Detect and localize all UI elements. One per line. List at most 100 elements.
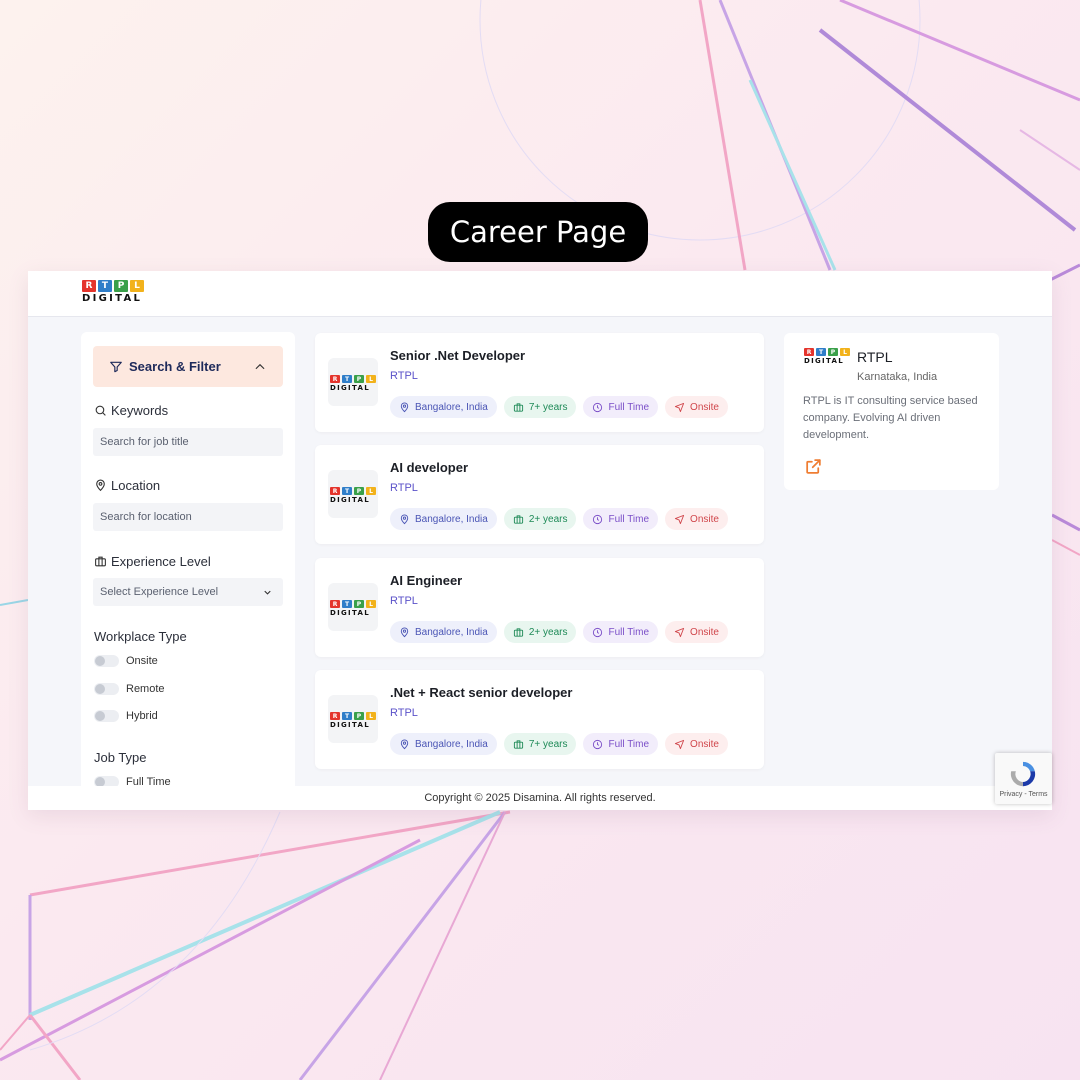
logo-letter: R [330, 600, 340, 608]
job-company-name: RTPL [390, 707, 418, 719]
clock-icon [593, 627, 603, 637]
rtpl-digital-logo[interactable]: R T P L DIGITAL [82, 280, 144, 304]
job-company-logo: R T P L DIGITAL [328, 583, 378, 631]
tag-text: Onsite [690, 513, 719, 525]
location-tag: Bangalore, India [390, 396, 497, 418]
map-pin-icon [400, 402, 409, 412]
location-label: Location [94, 478, 160, 493]
tag-text: Bangalore, India [415, 401, 488, 413]
workplace-tag: Onsite [665, 621, 728, 643]
tag-text: Onsite [690, 401, 719, 413]
keywords-label-text: Keywords [111, 403, 169, 418]
company-info-card: R T P L DIGITAL RTPL Karnataka, India RT… [784, 333, 999, 490]
logo-word: DIGITAL [82, 293, 143, 304]
tag-text: Onsite [690, 626, 719, 638]
logo-letter: R [330, 375, 340, 383]
tag-text: 2+ years [528, 513, 568, 525]
logo-letter: T [342, 712, 352, 720]
navigation-arrow-icon [674, 739, 685, 749]
toggle-label: Onsite [126, 655, 158, 667]
external-link-icon[interactable] [804, 457, 823, 476]
job-type-tag: Full Time [583, 733, 659, 755]
experience-tag: 7+ years [503, 396, 577, 418]
job-company-logo: R T P L DIGITAL [328, 695, 378, 743]
workplace-tag: Onsite [665, 396, 728, 418]
toggle-switch[interactable] [94, 710, 119, 722]
tag-text: Onsite [690, 738, 719, 750]
workplace-tag: Onsite [665, 508, 728, 530]
logo-letter: P [114, 280, 128, 292]
tag-text: Full Time [608, 513, 650, 525]
logo-letter: P [354, 487, 364, 495]
experience-level-select[interactable]: Select Experience Level [93, 578, 283, 606]
toggle-switch[interactable] [94, 683, 119, 695]
navigation-arrow-icon [674, 402, 685, 412]
logo-letter: L [366, 375, 376, 383]
briefcase-icon [513, 514, 523, 524]
experience-label: Experience Level [94, 554, 211, 569]
filter-sidebar: Search & Filter Keywords Location Experi… [81, 332, 295, 810]
search-filter-toggle[interactable]: Search & Filter [93, 346, 283, 387]
experience-select-value: Select Experience Level [100, 586, 219, 598]
job-company-name: RTPL [390, 370, 418, 382]
toggle-switch[interactable] [94, 655, 119, 667]
recaptcha-links[interactable]: Privacy - Terms [995, 791, 1052, 798]
logo-word: DIGITAL [330, 384, 370, 392]
experience-tag: 2+ years [503, 508, 577, 530]
app-window: R T P L DIGITAL Search & Filter Keywords… [28, 271, 1052, 810]
map-pin-icon [400, 514, 409, 524]
job-card[interactable]: R T P L DIGITAL Senior .Net Developer RT… [315, 333, 764, 432]
navigation-arrow-icon [674, 627, 685, 637]
tag-text: 2+ years [528, 626, 568, 638]
briefcase-icon [513, 627, 523, 637]
workplace-type-label: Workplace Type [94, 629, 187, 644]
tag-text: Full Time [608, 401, 650, 413]
tag-text: 7+ years [528, 401, 568, 413]
company-description: RTPL is IT consulting service based comp… [803, 395, 978, 441]
funnel-icon [110, 361, 122, 372]
logo-letter: T [342, 600, 352, 608]
toggle-label: Remote [126, 683, 165, 695]
logo-word: DIGITAL [804, 357, 844, 365]
workplace-option-remote[interactable]: Remote [94, 683, 165, 695]
top-navbar: R T P L DIGITAL [28, 271, 1052, 317]
logo-letter: L [130, 280, 144, 292]
recaptcha-badge[interactable]: Privacy - Terms [995, 753, 1052, 804]
job-company-logo: R T P L DIGITAL [328, 470, 378, 518]
logo-letter: T [342, 375, 352, 383]
experience-tag: 7+ years [503, 733, 577, 755]
job-title[interactable]: .Net + React senior developer [390, 685, 572, 700]
job-title[interactable]: AI Engineer [390, 573, 462, 588]
workplace-option-hybrid[interactable]: Hybrid [94, 710, 158, 722]
workplace-tag: Onsite [665, 733, 728, 755]
job-title[interactable]: Senior .Net Developer [390, 348, 525, 363]
job-type-tag: Full Time [583, 621, 659, 643]
logo-letter: P [828, 348, 838, 356]
tag-text: Bangalore, India [415, 626, 488, 638]
keywords-label: Keywords [94, 403, 168, 418]
briefcase-icon [513, 402, 523, 412]
location-tag: Bangalore, India [390, 733, 497, 755]
job-title[interactable]: AI developer [390, 460, 468, 475]
job-card[interactable]: R T P L DIGITAL AI developer RTPL Bangal… [315, 445, 764, 544]
logo-letter: P [354, 600, 364, 608]
company-location: Karnataka, India [857, 371, 938, 383]
logo-letter: L [366, 600, 376, 608]
workplace-option-onsite[interactable]: Onsite [94, 655, 158, 667]
chevron-down-icon [264, 590, 271, 595]
keywords-search-input[interactable] [93, 428, 283, 456]
navigation-arrow-icon [674, 514, 685, 524]
job-card[interactable]: R T P L DIGITAL AI Engineer RTPL Bangalo… [315, 558, 764, 657]
location-tag: Bangalore, India [390, 621, 497, 643]
experience-label-text: Experience Level [111, 554, 211, 569]
briefcase-icon [513, 739, 523, 749]
job-card[interactable]: R T P L DIGITAL .Net + React senior deve… [315, 670, 764, 769]
tag-text: Full Time [608, 626, 650, 638]
toggle-label: Hybrid [126, 710, 158, 722]
location-search-input[interactable] [93, 503, 283, 531]
job-type-tag: Full Time [583, 508, 659, 530]
experience-tag: 2+ years [503, 621, 577, 643]
chevron-up-icon[interactable] [253, 360, 267, 374]
company-name: RTPL [857, 349, 893, 365]
logo-letter: R [330, 712, 340, 720]
